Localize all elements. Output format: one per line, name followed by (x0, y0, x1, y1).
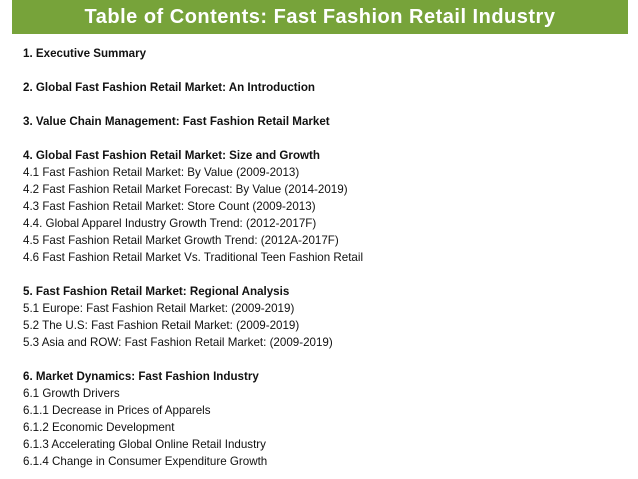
toc-heading-market-dynamics: 6. Market Dynamics: Fast Fashion Industr… (23, 370, 259, 383)
page-title: Table of Contents: Fast Fashion Retail I… (84, 5, 556, 28)
toc-heading-introduction: 2. Global Fast Fashion Retail Market: An… (23, 81, 316, 94)
toc-item: 6.1.1 Decrease in Prices of Apparels (23, 404, 211, 417)
toc-heading-size-growth: 4. Global Fast Fashion Retail Market: Si… (23, 149, 320, 162)
toc-heading-value-chain: 3. Value Chain Management: Fast Fashion … (23, 115, 330, 128)
toc-item: 6.1 Growth Drivers (23, 387, 120, 400)
toc-item: 4.4. Global Apparel Industry Growth Tren… (23, 217, 317, 230)
toc-item: 5.1 Europe: Fast Fashion Retail Market: … (23, 302, 295, 315)
toc-item: 6.1.2 Economic Development (23, 421, 175, 434)
toc-item: 4.1 Fast Fashion Retail Market: By Value… (23, 166, 300, 179)
toc-item: 4.2 Fast Fashion Retail Market Forecast:… (23, 183, 348, 196)
toc-item: 6.1.3 Accelerating Global Online Retail … (23, 438, 266, 451)
toc-item: 4.6 Fast Fashion Retail Market Vs. Tradi… (23, 251, 364, 264)
toc-item: 5.3 Asia and ROW: Fast Fashion Retail Ma… (23, 336, 333, 349)
title-banner: Table of Contents: Fast Fashion Retail I… (12, 0, 628, 34)
toc-heading-regional-analysis: 5. Fast Fashion Retail Market: Regional … (23, 285, 290, 298)
toc-list: 1. Executive Summary 2. Global Fast Fash… (23, 45, 623, 470)
toc-item: 4.5 Fast Fashion Retail Market Growth Tr… (23, 234, 339, 247)
toc-item: 4.3 Fast Fashion Retail Market: Store Co… (23, 200, 316, 213)
toc-heading-executive-summary: 1. Executive Summary (23, 47, 147, 60)
toc-item: 5.2 The U.S: Fast Fashion Retail Market:… (23, 319, 300, 332)
toc-item: 6.1.4 Change in Consumer Expenditure Gro… (23, 455, 268, 468)
